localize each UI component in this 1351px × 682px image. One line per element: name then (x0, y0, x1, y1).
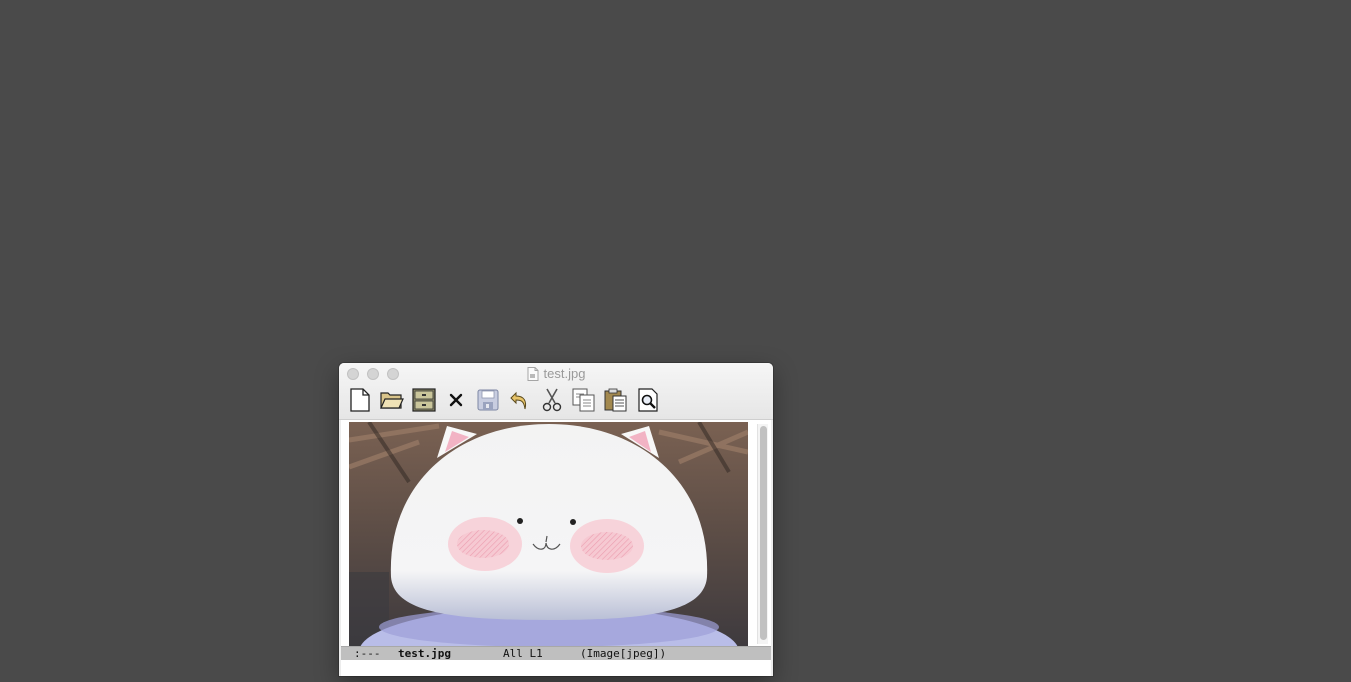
undo-arrow-icon (510, 391, 527, 410)
modeline-position: All L1 (503, 647, 543, 660)
kill-buffer-button[interactable] (444, 388, 468, 412)
modeline-major-mode[interactable]: (Image[jpeg]) (580, 647, 666, 660)
title-bar: test.jpg (339, 363, 773, 420)
jpeg-image (349, 422, 748, 646)
buffer-area[interactable] (341, 420, 771, 646)
mode-line: :--- test.jpg All L1 (Image[jpeg]) (341, 646, 771, 660)
scroll-thumb[interactable] (760, 426, 767, 640)
desktop: test.jpg:--- test.jpg All L1 (Image[jpe… (0, 0, 1351, 682)
cat-picture (349, 422, 748, 646)
search-button[interactable] (636, 388, 660, 412)
cut-button[interactable] (540, 388, 564, 412)
new-file-icon (350, 388, 370, 412)
minibuffer[interactable] (341, 660, 771, 676)
modeline-buffer-name[interactable]: test.jpg (398, 647, 451, 660)
file-cabinet-icon (412, 388, 436, 412)
new-file-button[interactable] (348, 388, 372, 412)
magnifier-icon (638, 388, 658, 412)
toolbar (348, 387, 668, 413)
window-title-text: test.jpg (543, 366, 586, 381)
emacs-window: test.jpg:--- test.jpg All L1 (Image[jpe… (339, 363, 773, 676)
scissors-icon (542, 388, 562, 412)
vertical-scrollbar[interactable] (757, 424, 768, 644)
copy-button[interactable] (572, 388, 596, 412)
window-title: test.jpg (339, 366, 773, 381)
undo-button[interactable] (508, 388, 532, 412)
paste-button[interactable] (604, 388, 628, 412)
floppy-disk-icon (477, 389, 499, 411)
modeline-status: :--- (354, 647, 381, 660)
copy-icon (572, 388, 595, 412)
close-x-icon (449, 393, 463, 407)
open-folder-icon (380, 392, 404, 409)
clipboard-icon (604, 388, 627, 412)
document-icon (527, 366, 539, 381)
save-button[interactable] (476, 388, 500, 412)
dired-button[interactable] (412, 388, 436, 412)
open-file-button[interactable] (380, 388, 404, 412)
